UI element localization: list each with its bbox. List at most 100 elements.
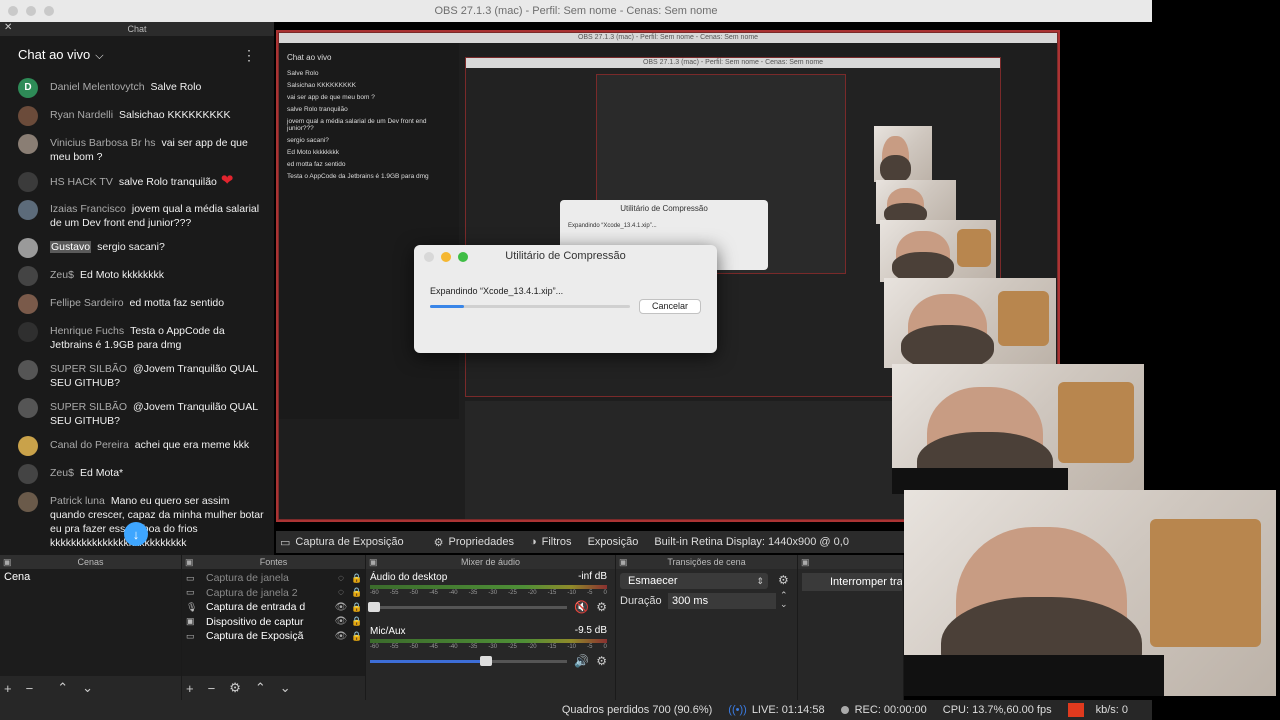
- zoom-window-button[interactable]: [44, 6, 54, 16]
- volume-meter: [370, 585, 607, 589]
- chat-author[interactable]: Fellipe Sardeiro: [50, 297, 124, 309]
- close-window-button[interactable]: [8, 6, 18, 16]
- volume-slider-handle[interactable]: [480, 656, 492, 666]
- volume-slider[interactable]: [370, 606, 567, 609]
- remove-icon[interactable]: −: [26, 681, 34, 696]
- visibility-eye-icon[interactable]: 👁: [333, 631, 349, 642]
- gear-icon[interactable]: ⚙: [596, 654, 607, 668]
- chat-author[interactable]: Henrique Fuchs: [50, 325, 124, 337]
- filter-icon: ◑: [529, 536, 537, 548]
- chat-message-list[interactable]: D Daniel Melentovytch Salve Rolo Ryan Narde…: [0, 74, 274, 555]
- minimize-dialog-button[interactable]: [441, 252, 451, 262]
- zoom-dialog-button[interactable]: [458, 252, 468, 262]
- dock-icon: ▣: [619, 557, 628, 567]
- gear-icon[interactable]: ⚙: [778, 573, 789, 587]
- lock-icon[interactable]: 🔒: [349, 631, 365, 642]
- avatar[interactable]: [18, 294, 38, 314]
- meter-tick-label: -20: [527, 644, 537, 650]
- nested-chat-line: Testa o AppCode da Jetbrains é 1.9GB par…: [287, 173, 429, 180]
- controls-dock-title: ▣: [798, 555, 903, 569]
- minimize-window-button[interactable]: [26, 6, 36, 16]
- source-item[interactable]: ▭ Captura de janela 2 ◌ 🔒: [182, 586, 365, 601]
- add-icon[interactable]: +: [186, 681, 194, 696]
- lock-icon[interactable]: 🔒: [349, 587, 365, 598]
- window-controls[interactable]: [8, 6, 54, 16]
- gear-icon[interactable]: ⚙: [596, 600, 607, 614]
- more-options-icon[interactable]: ⋮: [242, 47, 256, 64]
- stop-streaming-button[interactable]: Interromper transmissão: [802, 573, 902, 591]
- source-item[interactable]: ▭ Captura de Exposiçã 👁 🔒: [182, 629, 365, 644]
- source-item[interactable]: ▭ Captura de janela ◌ 🔒: [182, 571, 365, 586]
- duration-label: Duração: [620, 595, 662, 607]
- rec-status: REC: 00:00:00: [840, 704, 927, 716]
- avatar[interactable]: [18, 436, 38, 456]
- avatar[interactable]: [18, 322, 38, 342]
- chat-author[interactable]: Canal do Pereira: [50, 439, 129, 451]
- chat-author[interactable]: Vinicius Barbosa Br hs: [50, 137, 155, 149]
- chat-author[interactable]: HS HACK TV: [50, 176, 113, 188]
- chevron-up-icon[interactable]: ⌃: [255, 680, 266, 696]
- scene-item[interactable]: Cena: [0, 569, 181, 585]
- avatar[interactable]: D: [18, 78, 38, 98]
- cancel-button[interactable]: Cancelar: [639, 299, 701, 314]
- add-icon[interactable]: +: [4, 681, 12, 696]
- speaker-muted-icon[interactable]: 🔇: [574, 600, 589, 614]
- avatar[interactable]: [18, 266, 38, 286]
- speaker-icon[interactable]: 🔊: [574, 654, 589, 668]
- avatar[interactable]: [18, 200, 38, 220]
- close-icon[interactable]: ✕: [4, 22, 12, 33]
- chat-author[interactable]: SUPER SILBÃO: [50, 401, 127, 413]
- sources-list[interactable]: ▭ Captura de janela ◌ 🔒 ▭ Captura de janela 2…: [182, 569, 365, 676]
- gear-icon[interactable]: ⚙: [229, 680, 241, 696]
- avatar[interactable]: [18, 134, 38, 154]
- remove-icon[interactable]: −: [208, 681, 216, 696]
- meter-tick-label: -35: [468, 590, 478, 596]
- nested-chat-line: jovem qual a média salarial de um Dev fr…: [287, 118, 427, 132]
- stepper-icon[interactable]: ⌃ ⌄: [780, 591, 788, 609]
- chat-author[interactable]: Izaias Francisco: [50, 203, 126, 215]
- chat-author[interactable]: Zeu$: [50, 467, 74, 479]
- avatar[interactable]: [18, 106, 38, 126]
- chevron-up-icon[interactable]: ⌃: [57, 680, 68, 696]
- close-dialog-button[interactable]: [424, 252, 434, 262]
- duration-field[interactable]: 300 ms: [668, 593, 776, 609]
- volume-slider-handle[interactable]: [368, 602, 380, 612]
- chat-author[interactable]: SUPER SILBÃO: [50, 363, 127, 375]
- display-select[interactable]: Built-in Retina Display: 1440x900 @ 0,0: [654, 536, 849, 548]
- avatar[interactable]: [18, 172, 38, 192]
- filters-button[interactable]: ◑ Filtros: [530, 536, 572, 548]
- channel-name: Áudio do desktop: [370, 572, 448, 583]
- source-item[interactable]: ▣ Dispositivo de captur 👁 🔒: [182, 615, 365, 630]
- visibility-eye-icon[interactable]: 👁: [333, 616, 349, 627]
- transition-select[interactable]: Esmaecer ⇕: [620, 573, 768, 589]
- chat-author[interactable]: Ryan Nardelli: [50, 109, 113, 121]
- chat-author[interactable]: Zeu$: [50, 269, 74, 281]
- avatar[interactable]: [18, 238, 38, 258]
- arrow-down-icon[interactable]: ↓: [124, 522, 148, 546]
- chat-message: Zeu$ Ed Mota*: [18, 464, 266, 484]
- visibility-eye-icon[interactable]: ◌: [333, 587, 349, 598]
- visibility-eye-icon[interactable]: ◌: [333, 573, 349, 584]
- compression-utility-dialog: Utilitário de Compressão Expandindo “Xco…: [414, 245, 717, 353]
- chat-mode-dropdown[interactable]: Chat ao vivo ⌵: [18, 47, 104, 63]
- source-item[interactable]: 🎙 Captura de entrada d 👁 🔒: [182, 600, 365, 615]
- avatar[interactable]: [18, 360, 38, 380]
- lock-icon[interactable]: 🔒: [349, 602, 365, 613]
- sources-footer: + − ⚙ ⌃ ⌄: [182, 676, 365, 700]
- lock-icon[interactable]: 🔒: [349, 616, 365, 627]
- dialog-window-controls[interactable]: [424, 252, 468, 262]
- avatar[interactable]: [18, 464, 38, 484]
- visibility-eye-icon[interactable]: 👁: [333, 602, 349, 613]
- scenes-list[interactable]: Cena: [0, 569, 181, 676]
- avatar[interactable]: [18, 492, 38, 512]
- properties-button[interactable]: ⚙ Propriedades: [434, 536, 514, 549]
- avatar[interactable]: [18, 398, 38, 418]
- chat-text: ed motta faz sentido: [129, 297, 225, 309]
- meter-tick-label: -10: [567, 644, 577, 650]
- chat-author[interactable]: Patrick luna: [50, 495, 105, 507]
- chevron-down-icon[interactable]: ⌄: [280, 680, 291, 696]
- lock-icon[interactable]: 🔒: [349, 573, 365, 584]
- chat-author[interactable]: Daniel Melentovytch: [50, 81, 145, 93]
- chevron-down-icon[interactable]: ⌄: [82, 680, 93, 696]
- chat-author[interactable]: Gustavo: [50, 241, 92, 253]
